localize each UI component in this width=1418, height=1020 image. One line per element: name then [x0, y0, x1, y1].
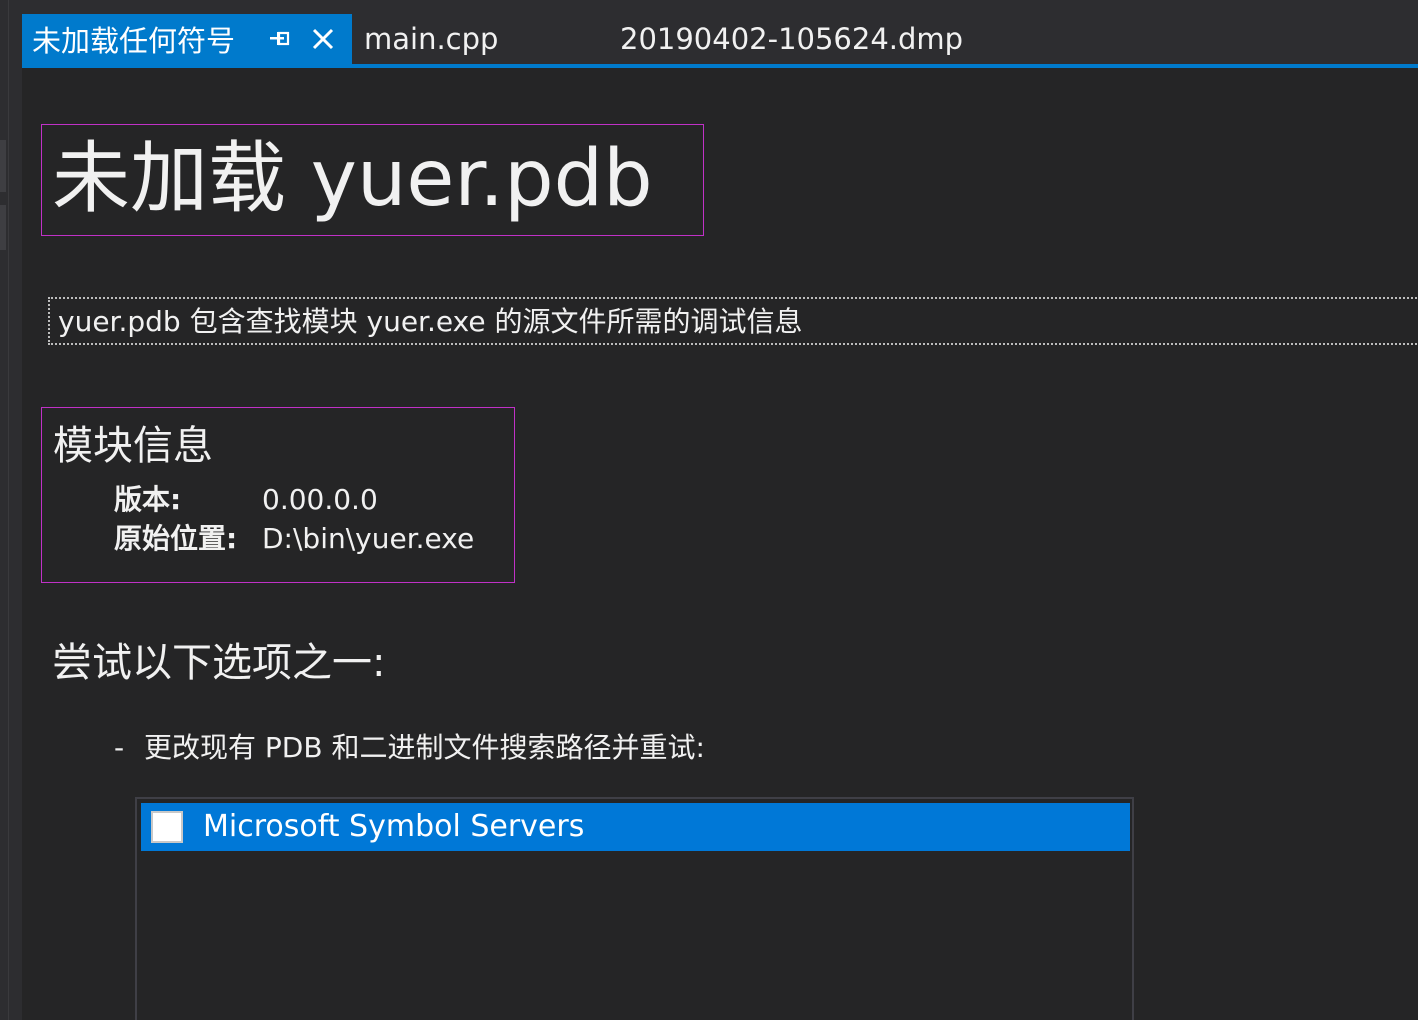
gutter-marker [0, 140, 6, 192]
version-label: 版本: [114, 483, 182, 516]
tab-main-cpp[interactable]: main.cpp [364, 14, 498, 64]
symbol-locations-list[interactable]: Microsoft Symbol Servers [135, 797, 1134, 1020]
left-gutter [0, 0, 22, 1020]
tab-symbols-not-loaded[interactable]: 未加载任何符号 [22, 14, 352, 64]
description-text: yuer.pdb 包含查找模块 yuer.exe 的源文件所需的调试信息 [58, 305, 803, 338]
options-heading: 尝试以下选项之一: [52, 640, 386, 686]
tab-label: 20190402-105624.dmp [620, 22, 964, 56]
bullet-dash: - [114, 731, 125, 764]
original-location-label: 原始位置: [114, 522, 238, 555]
tab-dump-file[interactable]: 20190402-105624.dmp [620, 14, 963, 64]
version-value: 0.00.0.0 [262, 483, 378, 516]
list-item-label: Microsoft Symbol Servers [203, 809, 585, 844]
change-search-paths-text: 更改现有 PDB 和二进制文件搜索路径并重试: [144, 731, 705, 764]
tab-label: 未加载任何符号 [32, 24, 236, 58]
document-tab-strip: 未加载任何符号 main.cpp 20190402-105624.dmp [22, 0, 1418, 64]
active-tab-underline [22, 64, 1418, 68]
original-location-value: D:\bin\yuer.exe [262, 522, 475, 555]
module-info-heading: 模块信息 [53, 423, 213, 469]
pin-icon[interactable] [266, 25, 292, 53]
tab-label: main.cpp [364, 22, 499, 56]
page-title: 未加载 yuer.pdb [52, 134, 653, 224]
close-icon[interactable] [308, 24, 338, 54]
microsoft-symbol-servers-checkbox[interactable] [151, 811, 183, 843]
page-title-region: 未加载 yuer.pdb [41, 124, 704, 236]
module-info-section: 模块信息 版本: 0.00.0.0 原始位置: D:\bin\yuer.exe [41, 407, 515, 583]
gutter-divider [8, 0, 9, 1020]
gutter-marker [0, 205, 6, 250]
symbols-not-loaded-document: 未加载任何符号 main.cpp 20190402-105624.dmp 未加载… [0, 0, 1418, 1020]
list-item-microsoft-symbol-servers[interactable]: Microsoft Symbol Servers [141, 803, 1130, 851]
change-search-paths-option: - 更改现有 PDB 和二进制文件搜索路径并重试: [114, 730, 705, 766]
description-region: yuer.pdb 包含查找模块 yuer.exe 的源文件所需的调试信息 [48, 297, 1418, 345]
